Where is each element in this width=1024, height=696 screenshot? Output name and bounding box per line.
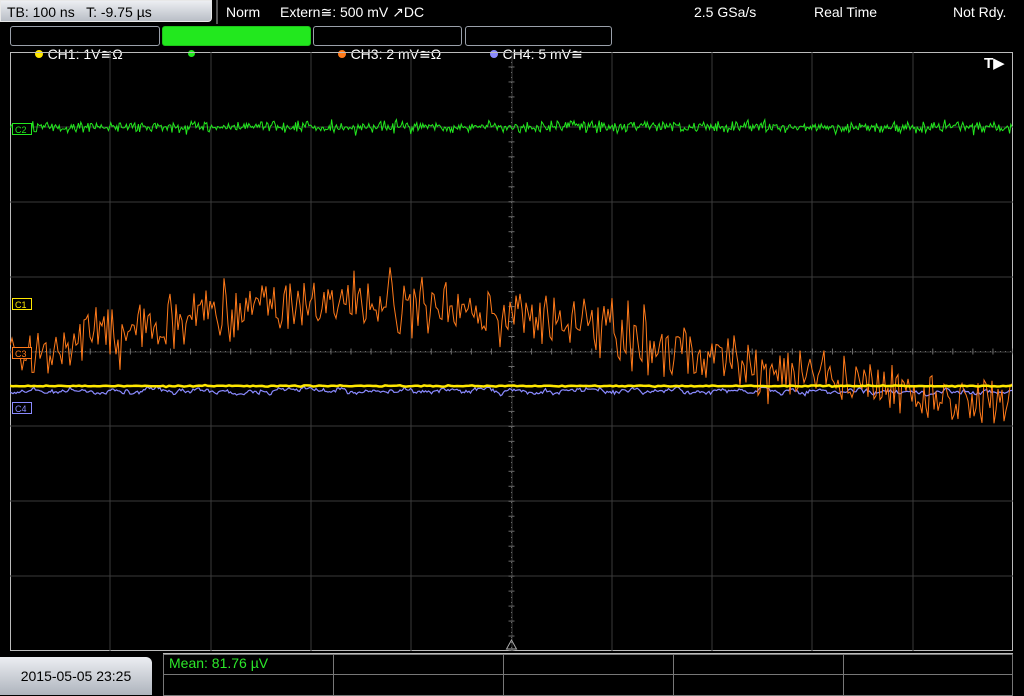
channel-3-tab[interactable]: CH3: 2 mV≅Ω	[313, 26, 462, 62]
sample-rate: 2.5 GSa/s	[694, 4, 757, 20]
graticule	[10, 52, 1013, 651]
trigger-mode[interactable]: Norm	[226, 0, 260, 24]
channel-1-trace	[10, 383, 1013, 389]
trigger-source[interactable]: Extern≅: 500 mV ↗DC	[280, 0, 424, 24]
top-status-bar: TB: 100 ns T: -9.75 µs Norm Extern≅: 500…	[0, 0, 1024, 24]
measurement-cell[interactable]	[673, 674, 844, 696]
measurement-cell[interactable]	[163, 674, 334, 696]
channel-4-tab[interactable]: CH4: 5 mV≅	[465, 26, 612, 62]
channel-1-offset-marker[interactable]: C1	[12, 298, 32, 310]
channel-2-tab[interactable]: CH2: 5 mV≅Ω	[162, 26, 311, 62]
waveform-canvas[interactable]	[10, 52, 1013, 651]
measurement-cell[interactable]	[673, 654, 844, 675]
measurement-cell[interactable]	[503, 654, 674, 675]
acquisition-mode: Real Time	[814, 4, 878, 20]
channel-tabs: CH1: 1V≅Ω CH2: 5 mV≅Ω CH3: 2 mV≅Ω CH4: 5…	[0, 26, 1024, 62]
acquisition-status: Not Rdy.	[953, 4, 1007, 20]
date-time-display: 2015-05-05 23:25	[0, 657, 152, 695]
measurement-cell[interactable]	[333, 674, 504, 696]
measurement-cell[interactable]	[843, 654, 1013, 675]
channel-4-offset-marker[interactable]: C4	[12, 402, 32, 414]
timebase-readout[interactable]: TB: 100 ns T: -9.75 µs	[0, 0, 212, 22]
channel-2-offset-marker[interactable]: C2	[12, 123, 32, 135]
channel-3-trace	[10, 267, 1013, 424]
measurement-cell[interactable]	[503, 674, 674, 696]
channel-3-offset-marker[interactable]: C3	[12, 347, 32, 359]
top-separator	[216, 0, 218, 24]
channel-1-tab[interactable]: CH1: 1V≅Ω	[10, 26, 160, 62]
measurement-panel[interactable]: Mean: 81.76 µV	[163, 653, 1013, 696]
trigger-position-marker[interactable]: T▶	[984, 54, 1005, 72]
mean-measurement: Mean: 81.76 µV	[169, 655, 269, 671]
measurement-cell[interactable]	[333, 654, 504, 675]
measurement-cell[interactable]	[843, 674, 1013, 696]
